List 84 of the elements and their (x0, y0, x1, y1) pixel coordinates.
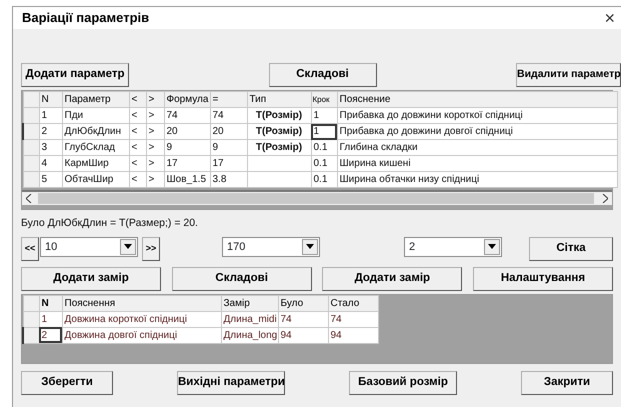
table-cell: 94 (278, 327, 328, 344)
button[interactable]: Складові (172, 266, 312, 291)
table-cell: 0.1 (311, 172, 337, 188)
button[interactable]: Сітка (529, 236, 613, 261)
table-cell: 20 (210, 124, 247, 140)
table-cell: 94 (328, 327, 378, 344)
column-header: Параметр (62, 92, 129, 108)
row-header[interactable] (23, 124, 39, 140)
previous-button[interactable]: << (21, 236, 39, 261)
table-cell: 1 (39, 311, 62, 328)
table-cell: Прибавка до довжини довгої спідниці (337, 124, 617, 140)
column-header: Крок (311, 92, 337, 108)
column-header: Стало (328, 295, 378, 312)
table-cell: Довжина довгої спідниці (62, 327, 221, 344)
table-cell: 2 (39, 124, 62, 140)
table-cell: 2 (39, 327, 62, 344)
table-cell: 9 (164, 140, 210, 156)
table-cell: Довжина короткої спідниці (62, 311, 221, 328)
table-cell: ДлЮбкДлин (62, 124, 129, 140)
button[interactable]: Додати замір (21, 266, 161, 291)
table-cell: Шов_1.5 (164, 172, 210, 188)
dropdown-arrow-icon[interactable] (488, 244, 496, 250)
table-cell: 1 (311, 124, 337, 140)
column-header: Тип (247, 92, 311, 108)
table-cell: 9 (210, 140, 247, 156)
row-header[interactable] (23, 327, 39, 344)
table-cell: Ширина кишені (337, 156, 617, 172)
table-cell: 3.8 (210, 172, 247, 188)
button[interactable]: Зберегти (21, 370, 113, 395)
table-cell: КармШир (62, 156, 129, 172)
column-header: = (210, 92, 247, 108)
table-cell: 1 (39, 108, 62, 124)
table-cell: Прибавка до довжини короткої спідниці (337, 108, 617, 124)
table-cell: T(Розмір) (247, 124, 311, 140)
column-header: Замір (221, 295, 278, 312)
table-cell: Глибина складки (337, 140, 617, 156)
column-header: N (39, 295, 62, 312)
dropdown[interactable]: 2 (404, 236, 502, 257)
dropdown[interactable]: 170 (222, 236, 320, 257)
dropdown[interactable]: 10 (40, 236, 138, 257)
table-cell: ГлубСклад (62, 140, 129, 156)
table-cell: Длина_midi (221, 311, 278, 328)
button[interactable]: Додати параметр (21, 63, 129, 87)
table-cell: 4 (39, 156, 62, 172)
scroll-left-icon[interactable] (26, 194, 32, 203)
column-header: > (146, 92, 164, 108)
table-cell: Ширина обтачки низу спідниці (337, 172, 617, 188)
table-cell: 74 (210, 108, 247, 124)
table-cell: T(Розмір) (247, 108, 311, 124)
column-header: Було (278, 295, 328, 312)
column-header: N (39, 92, 62, 108)
close-button[interactable]: × (604, 9, 615, 27)
column-header: Пояснення (62, 295, 221, 312)
scroll-right-icon[interactable] (602, 194, 608, 203)
table-cell: T(Розмір) (247, 140, 311, 156)
table-cell: 74 (328, 311, 378, 328)
table-cell: 0.1 (311, 140, 337, 156)
table-cell: 74 (278, 311, 328, 328)
table-cell: 17 (164, 156, 210, 172)
dropdown-arrow-icon[interactable] (306, 244, 314, 250)
horizontal-scrollbar[interactable] (22, 190, 612, 205)
table-cell: 1 (311, 108, 337, 124)
dropdown-arrow-icon[interactable] (124, 244, 132, 250)
table-cell: 5 (39, 172, 62, 188)
table-cell: 74 (164, 108, 210, 124)
table-cell: 20 (164, 124, 210, 140)
status-note: Було ДлЮбкДлин = T(Размер;) = 20. (21, 216, 199, 231)
table-cell: ОбтачШир (62, 172, 129, 188)
table-cell: 3 (39, 140, 62, 156)
button[interactable]: Складові (268, 63, 376, 87)
next-button[interactable]: >> (142, 236, 160, 261)
button[interactable]: Закрити (521, 370, 613, 395)
table-cell: Пди (62, 108, 129, 124)
column-header: Формула (164, 92, 210, 108)
button[interactable]: Налаштування (472, 266, 613, 291)
button[interactable]: Вихідні параметри (177, 370, 285, 395)
button[interactable]: Базовий розмір (349, 370, 457, 395)
table-cell: 17 (210, 156, 247, 172)
table-cell: 0.1 (311, 156, 337, 172)
column-header: < (129, 92, 146, 108)
table-cell: Длина_long (221, 327, 278, 344)
window-title: Варіації параметрів (22, 9, 150, 28)
button[interactable]: Додати замір (322, 266, 462, 291)
column-header: Пояснение (337, 92, 617, 108)
